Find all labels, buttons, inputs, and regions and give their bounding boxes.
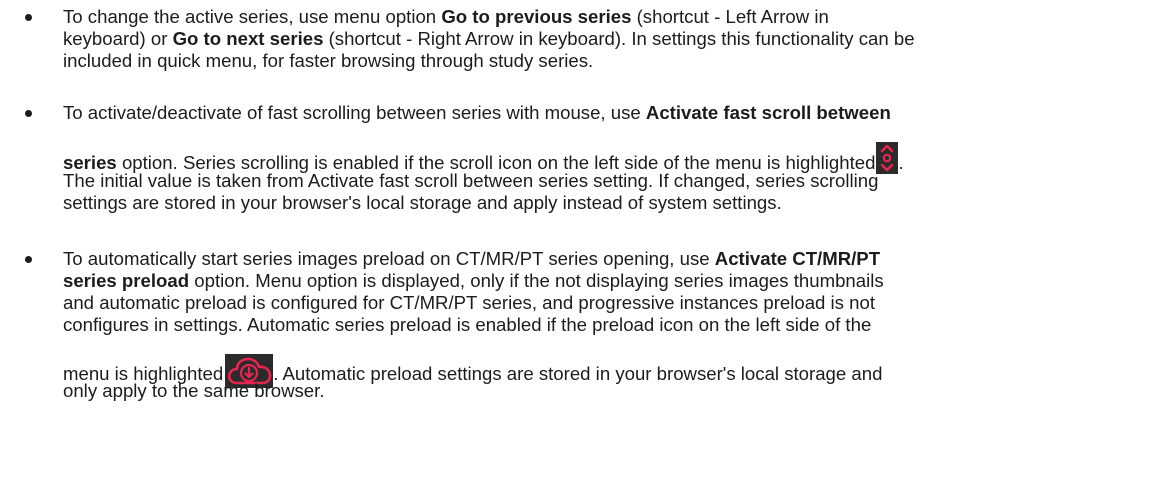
option-name: Activate fast scroll between [645,102,891,123]
bullet-dot [25,14,32,21]
text: To automatically start series images pre… [63,248,715,269]
text-line: To activate/deactivate of fast scrolling… [63,102,891,124]
help-document: To change the active series, use menu op… [0,0,1170,480]
text: . [898,151,904,173]
text-line: The initial value is taken from Activate… [63,170,879,191]
bullet-dot [25,110,32,117]
text: . Automatic preload settings are stored … [273,362,883,384]
option-name: Go to previous series [441,6,632,27]
text: keyboard) or [63,28,173,49]
text-line: To automatically start series images pre… [63,248,880,270]
scroll-arrows-icon [876,142,899,174]
text: To activate/deactivate of fast scrolling… [63,102,646,123]
bullet-dot [25,256,32,263]
text-line: keyboard) or Go to next series (shortcut… [63,28,915,50]
text: option. Menu option is displayed, only i… [189,270,884,291]
text-line: configures in settings. Automatic series… [63,314,872,335]
text: To change the active series, use menu op… [63,6,442,27]
text: (shortcut - Left Arrow in [631,6,829,27]
option-name: Activate CT/MR/PT [714,248,881,269]
option-name: Go to next series [172,28,324,49]
text-line: only apply to the same browser. [63,380,325,401]
text-line: and automatic preload is configured for … [63,292,875,313]
option-name: series preload [63,270,190,291]
text-line: settings are stored in your browser's lo… [63,192,782,213]
text: (shortcut - Right Arrow in keyboard). In… [323,28,915,49]
text-line: series preload option. Menu option is di… [63,270,884,292]
text-line: included in quick menu, for faster brows… [63,50,594,71]
text-line: To change the active series, use menu op… [63,6,829,28]
